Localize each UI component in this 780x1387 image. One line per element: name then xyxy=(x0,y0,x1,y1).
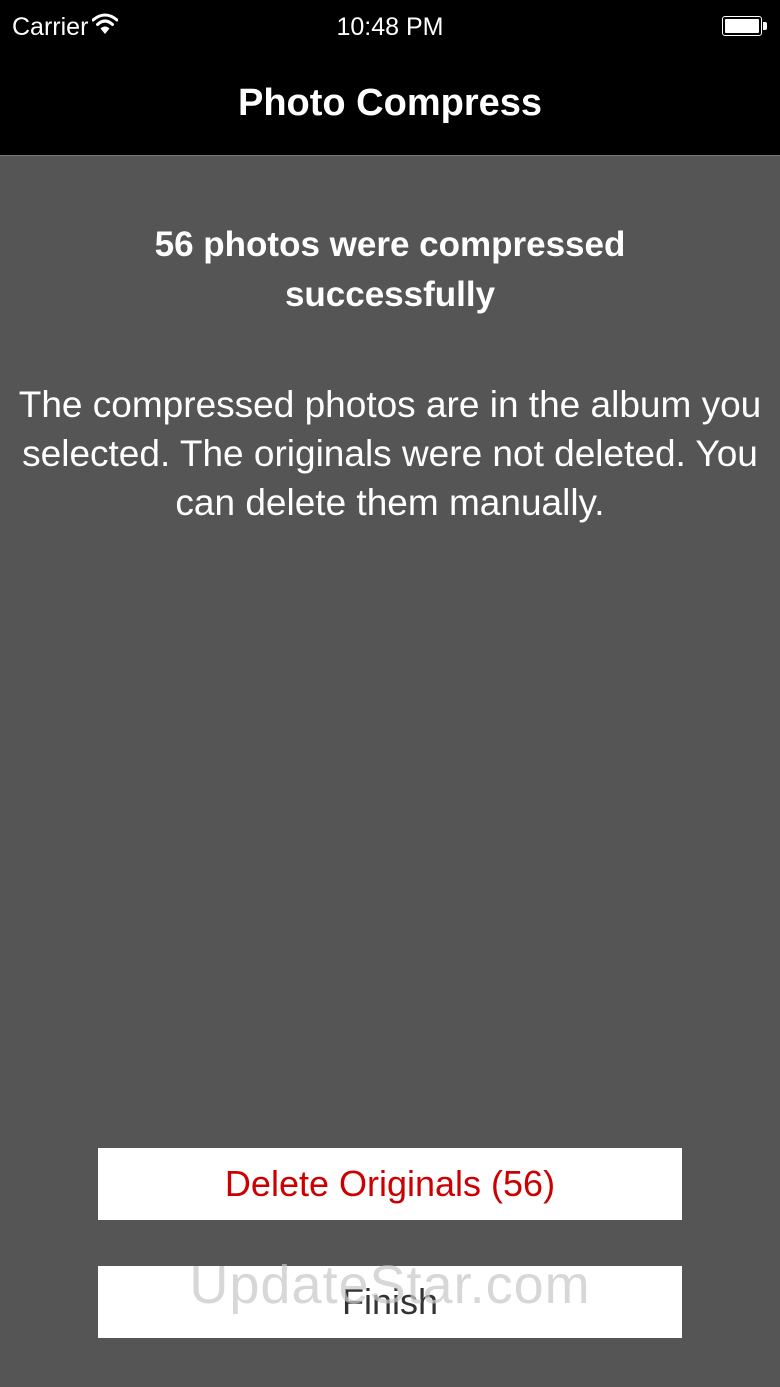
status-time: 10:48 PM xyxy=(336,13,444,41)
finish-button[interactable]: Finish xyxy=(98,1266,682,1338)
status-bar: Carrier 10:48 PM xyxy=(0,0,780,54)
delete-originals-button[interactable]: Delete Originals (56) xyxy=(98,1148,682,1220)
info-message: The compressed photos are in the album y… xyxy=(18,384,762,523)
success-headline: 56 photos were compressed successfully xyxy=(154,225,626,314)
navigation-bar: Photo Compress xyxy=(0,54,780,156)
battery-icon xyxy=(722,16,768,38)
page-title: Photo Compress xyxy=(237,82,543,124)
